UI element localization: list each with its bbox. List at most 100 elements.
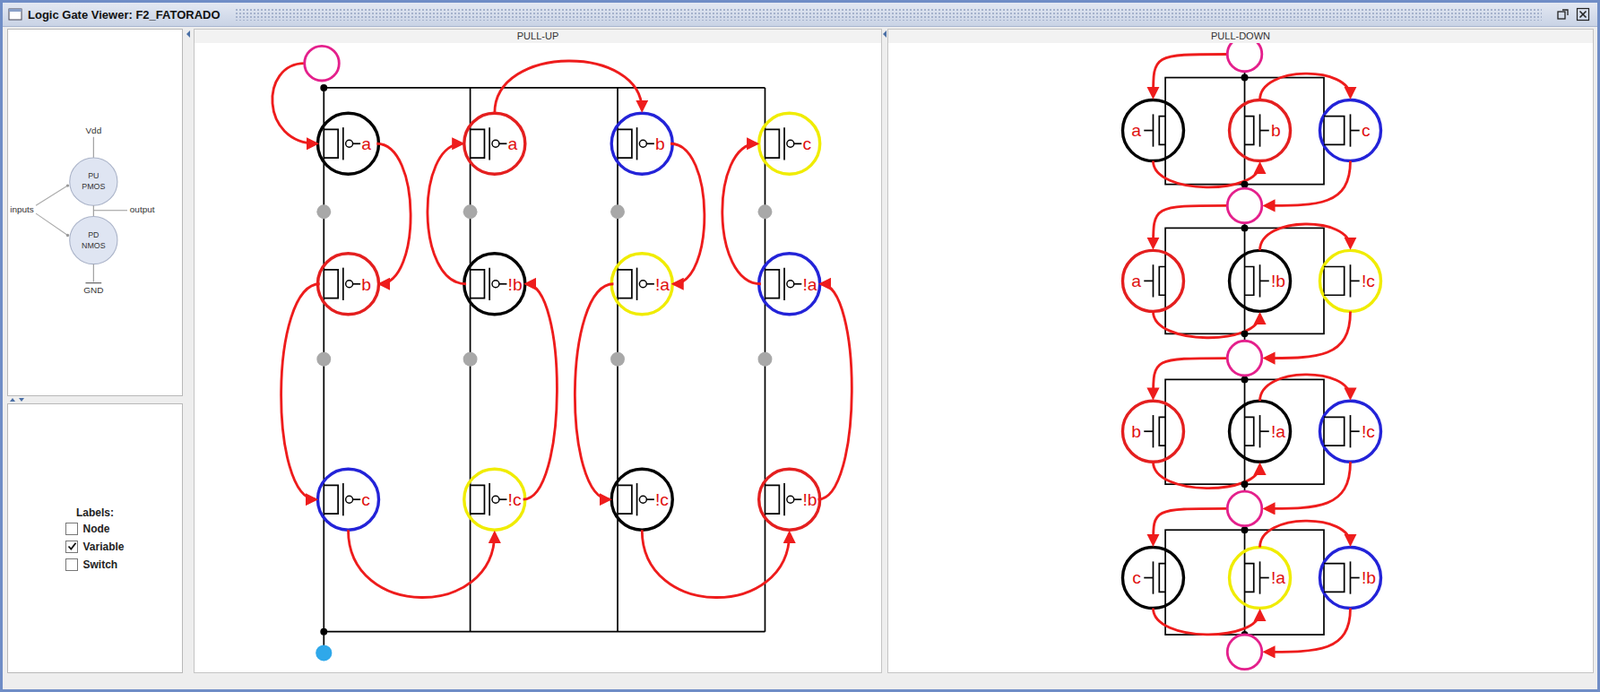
transistor-ring xyxy=(1229,547,1291,609)
nmos-transistor[interactable]: !b xyxy=(1319,547,1381,609)
nmos-transistor[interactable]: a xyxy=(1122,100,1184,162)
workspace: VddPUPMOSPDNMOSGNDinputsoutputLabels:Nod… xyxy=(2,26,1598,690)
transistor-label: !a xyxy=(1271,568,1286,588)
transistor-label: !c xyxy=(508,490,522,510)
internal-node xyxy=(316,352,331,367)
schematic-panel: VddPUPMOSPDNMOSGNDinputsoutput xyxy=(7,28,183,397)
circuit-node[interactable] xyxy=(1227,340,1263,376)
circuit-node[interactable] xyxy=(1227,491,1263,527)
order-arrow xyxy=(281,284,320,500)
pmos-line2: PMOS xyxy=(81,182,105,192)
nmos-transistor[interactable]: !c xyxy=(1319,400,1381,462)
pmos-transistor[interactable]: !b xyxy=(759,468,821,530)
transistor-ring xyxy=(1229,250,1291,312)
order-arrow xyxy=(494,60,642,113)
checkbox[interactable] xyxy=(65,522,78,536)
order-arrow xyxy=(347,529,494,597)
parallel-group: abc xyxy=(1122,53,1381,206)
nmos-transistor[interactable]: b xyxy=(1122,400,1184,462)
supply-node[interactable] xyxy=(304,45,340,81)
pmos-transistor[interactable]: !a xyxy=(759,253,821,315)
pmos-transistor[interactable]: a xyxy=(464,112,526,174)
restore-icon[interactable] xyxy=(1556,7,1571,22)
nmos-transistor[interactable]: !a xyxy=(1229,547,1291,609)
transistor-column: a b c xyxy=(317,112,379,530)
pmos-line1: PU xyxy=(87,171,99,181)
nmos-line1: PD xyxy=(87,230,99,240)
pmos-transistor[interactable]: c xyxy=(759,112,821,174)
transistor-ring xyxy=(759,468,821,530)
internal-node xyxy=(463,352,478,367)
transistor-label: !b xyxy=(802,490,817,510)
transistor-ring xyxy=(464,253,526,315)
transistor-ring xyxy=(317,468,379,530)
transistor-label: c xyxy=(361,490,371,510)
pmos-transistor[interactable]: !a xyxy=(611,253,673,315)
circuit-node[interactable] xyxy=(1227,188,1263,224)
order-arrow xyxy=(1264,311,1350,358)
order-arrow xyxy=(670,143,705,285)
panel-title: PULL-DOWN xyxy=(888,29,1593,44)
pull-down-panel: PULL-DOWNabca!b!cb!a!cc!a!b xyxy=(887,28,1594,674)
order-arrow xyxy=(1260,520,1351,547)
order-arrow xyxy=(1152,205,1227,247)
label-option[interactable]: Variable xyxy=(65,540,124,554)
nmos-line2: NMOS xyxy=(81,241,106,251)
pmos-block xyxy=(69,157,118,206)
order-arrow xyxy=(427,143,467,285)
close-icon[interactable] xyxy=(1575,7,1591,22)
transistor-label: c xyxy=(802,134,812,154)
transistor-ring xyxy=(1122,547,1184,609)
transistor-ring xyxy=(1319,547,1381,609)
circuit-node[interactable] xyxy=(1227,43,1263,72)
order-arrow xyxy=(641,529,789,597)
vertical-splitter[interactable] xyxy=(182,28,194,674)
transistor-ring xyxy=(1319,400,1381,462)
supply-label: Vdd xyxy=(85,125,102,136)
output-node[interactable] xyxy=(315,644,332,661)
transistor-ring xyxy=(611,112,673,174)
pmos-transistor[interactable]: c xyxy=(317,468,379,530)
internal-node xyxy=(463,204,478,219)
transistor-label: !b xyxy=(1271,271,1286,291)
circuit-node[interactable] xyxy=(1227,634,1263,670)
transistor-ring xyxy=(611,468,673,530)
internal-node xyxy=(610,352,625,367)
pmos-transistor[interactable]: b xyxy=(317,253,379,315)
order-arrow xyxy=(523,284,558,500)
transistor-label: b xyxy=(655,134,666,154)
transistor-ring xyxy=(1319,250,1381,312)
transistor-label: !c xyxy=(655,490,669,510)
pmos-transistor[interactable]: b xyxy=(611,112,673,174)
parallel-group: c !a !b xyxy=(1122,508,1381,652)
transistor-ring xyxy=(317,112,379,174)
inputs-label: inputs xyxy=(9,204,35,215)
transistor-label: !a xyxy=(1271,422,1286,442)
order-arrow xyxy=(1264,461,1350,509)
nmos-transistor[interactable]: b xyxy=(1229,100,1291,162)
option-label: Switch xyxy=(82,558,118,571)
transistor-label: b xyxy=(361,275,372,295)
output-rail xyxy=(323,631,765,633)
nmos-transistor[interactable]: c xyxy=(1319,100,1381,162)
nmos-transistor[interactable]: !a xyxy=(1229,400,1291,462)
transistor-label: a xyxy=(508,134,519,154)
option-label: Node xyxy=(82,522,110,536)
checkbox[interactable] xyxy=(65,558,78,571)
checkbox[interactable] xyxy=(65,540,78,554)
pmos-transistor[interactable]: !b xyxy=(464,253,526,315)
label-option[interactable]: Switch xyxy=(65,558,124,571)
label-option[interactable]: Node xyxy=(65,522,124,536)
order-arrow xyxy=(1152,161,1260,188)
check-icon xyxy=(67,541,78,552)
pmos-transistor[interactable]: !c xyxy=(464,468,526,530)
pmos-transistor[interactable]: !c xyxy=(611,468,673,530)
order-arrow xyxy=(1260,73,1351,100)
order-arrow xyxy=(376,143,411,285)
nmos-transistor[interactable]: !c xyxy=(1319,250,1381,312)
nmos-transistor[interactable]: a xyxy=(1122,250,1184,312)
nmos-transistor[interactable]: !b xyxy=(1229,250,1291,312)
pmos-transistor[interactable]: a xyxy=(317,112,379,174)
horizontal-splitter[interactable] xyxy=(7,396,183,404)
nmos-transistor[interactable]: c xyxy=(1122,547,1184,609)
